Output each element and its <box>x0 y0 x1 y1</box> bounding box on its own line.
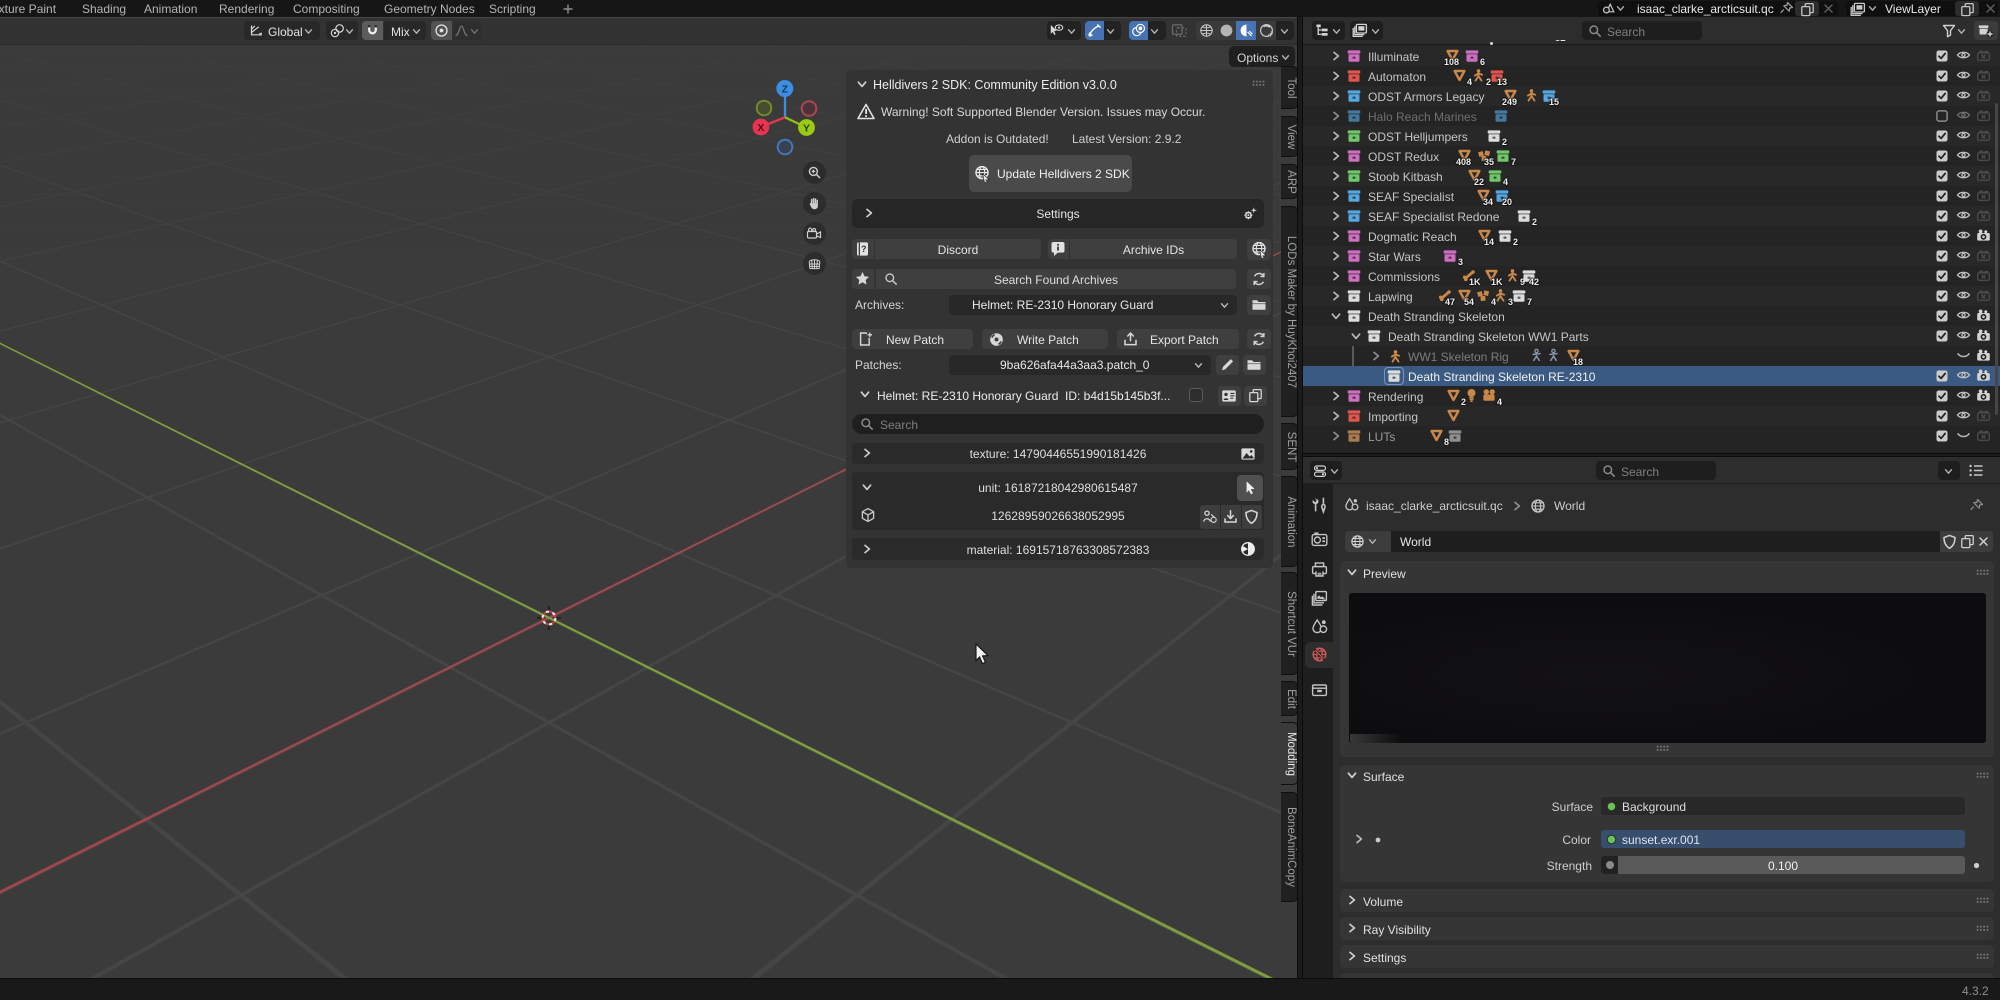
svg-text:Z: Z <box>782 83 789 95</box>
svg-text:Y: Y <box>803 122 810 134</box>
svg-text:X: X <box>757 122 764 134</box>
svg-text:?: ? <box>861 244 867 254</box>
